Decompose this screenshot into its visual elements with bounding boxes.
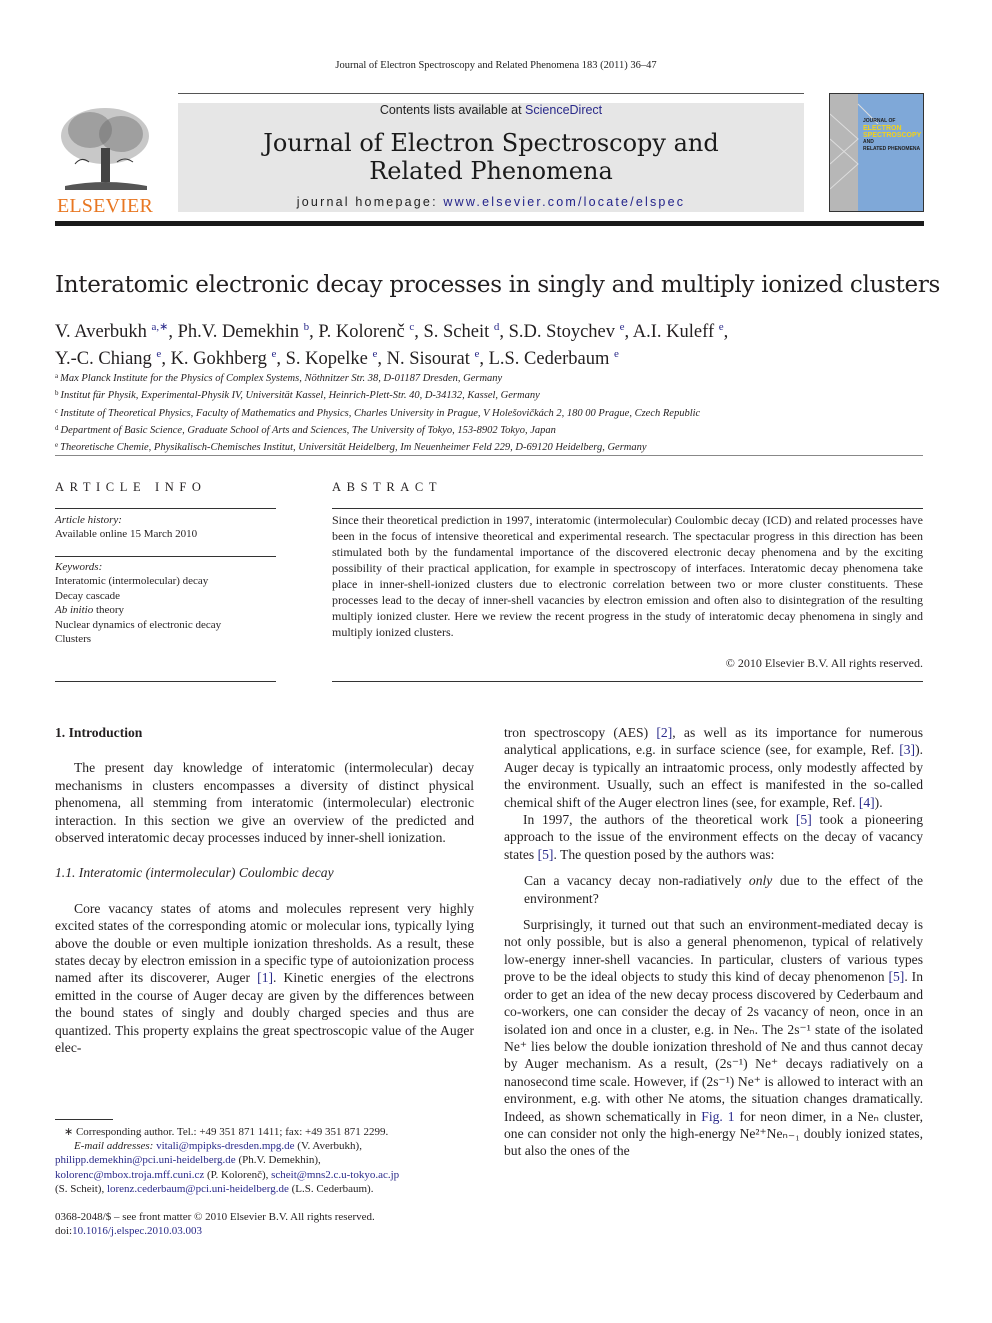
cover-title: JOURNAL OF ELECTRON SPECTROSCOPY AND REL… [863, 118, 922, 152]
keyword: Ab initio theory [55, 604, 125, 617]
divider [55, 508, 276, 509]
email-link[interactable]: scheit@mns2.c.u-tokyo.ac.jp [271, 1169, 399, 1181]
section-heading: 1. Introduction [55, 725, 143, 740]
contents-line: Contents lists available at ScienceDirec… [379, 103, 603, 117]
keyword: Interatomic (intermolecular) decay [55, 575, 209, 588]
author-affiliation-link[interactable]: e [271, 348, 276, 360]
left-column: 1. Introduction The present day knowledg… [55, 724, 474, 1057]
reference-link[interactable]: [5] [888, 969, 904, 984]
paragraph: In 1997, the authors of the theoretical … [504, 812, 924, 862]
cover-diagonal-lines [830, 103, 879, 190]
article-history: Article history: Available online 15 Mar… [55, 514, 198, 541]
author-affiliation-link[interactable]: d [494, 321, 500, 333]
paragraph: tron spectroscopy (AES) [2], as well as … [504, 725, 923, 810]
journal-title: Journal of Electron Spectroscopy and Rel… [263, 129, 719, 185]
author-affiliation-link[interactable]: a,∗ [151, 321, 168, 333]
journal-homepage: journal homepage: www.elsevier.com/locat… [296, 195, 686, 209]
author: K. Gokhberg [170, 349, 267, 369]
divider [332, 508, 923, 509]
divider [55, 455, 923, 456]
paragraph: Core vacancy states of atoms and molecul… [55, 900, 474, 1056]
front-matter: 0368-2048/$ – see front matter © 2010 El… [55, 1211, 375, 1224]
author: A.I. Kuleff [632, 322, 715, 342]
author: Ph.V. Demekhin [177, 322, 300, 342]
sciencedirect-link[interactable]: ScienceDirect [525, 103, 602, 117]
affiliation: c Institute of Theoretical Physics, Facul… [55, 406, 701, 419]
author-affiliation-link[interactable]: e [620, 321, 625, 333]
author: N. Sisourat [386, 349, 470, 369]
author-affiliation-link[interactable]: e [719, 321, 724, 333]
abstract-heading: ABSTRACT [332, 480, 443, 494]
article-title: Interatomic electronic decay processes i… [55, 272, 941, 298]
footnotes: ∗ Corresponding author. Tel.: +49 351 87… [55, 1125, 474, 1238]
author-list: V. Averbukh a,∗, Ph.V. Demekhin b, P. Ko… [55, 321, 729, 369]
reference-link[interactable]: [2] [656, 725, 672, 740]
article-info-heading: ARTICLE INFO [55, 480, 207, 494]
running-head: Journal of Electron Spectroscopy and Rel… [335, 60, 657, 71]
author-affiliation-link[interactable]: e [156, 348, 161, 360]
email-link[interactable]: vitali@mpipks-dresden.mpg.de [156, 1140, 294, 1152]
keyword: Decay cascade [55, 589, 121, 602]
masthead-top-rule [178, 93, 804, 94]
keywords: Keywords: Interatomic (intermolecular) d… [55, 560, 276, 646]
affiliation: a Max Planck Institute for the Physics of… [55, 372, 503, 384]
author-affiliation-link[interactable]: b [304, 321, 310, 333]
author: V. Averbukh [55, 322, 147, 342]
affiliation: e Theoretische Chemie, Physikalisch-Chemi… [55, 441, 647, 454]
author: Y.-C. Chiang [55, 349, 152, 369]
email-link[interactable]: lorenz.cederbaum@pci.uni-heidelberg.de [107, 1183, 289, 1195]
doi-link[interactable]: 10.1016/j.elspec.2010.03.003 [72, 1225, 202, 1237]
divider [55, 681, 276, 682]
reference-link[interactable]: [3] [899, 742, 915, 757]
abstract-text: Since their theoretical prediction in 19… [332, 513, 923, 639]
masthead-bottom-rule [55, 221, 924, 226]
author: L.S. Cederbaum [488, 349, 610, 369]
email-addresses: E-mail addresses: vitali@mpipks-dresden.… [55, 1140, 400, 1195]
paragraph: Surprisingly, it turned out that such an… [504, 917, 923, 1159]
divider [332, 681, 923, 682]
corresponding-author-note: ∗ Corresponding author. Tel.: +49 351 87… [64, 1126, 389, 1138]
figure-link[interactable]: Fig. 1 [701, 1109, 734, 1124]
author: S.D. Stoychev [508, 322, 616, 342]
author-affiliation-link[interactable]: e [372, 348, 377, 360]
reference-link[interactable]: [1] [257, 970, 273, 985]
reference-link[interactable]: [5] [538, 847, 554, 862]
keyword: Nuclear dynamics of electronic decay [55, 618, 222, 631]
right-column: tron spectroscopy (AES) [2], as well as … [504, 724, 923, 1160]
affiliation: b Institut für Physik, Experimental-Physi… [55, 389, 540, 402]
keyword: Clusters [55, 633, 92, 646]
email-link[interactable]: kolorenc@mbox.troja.mff.cuni.cz [55, 1169, 204, 1181]
block-quote: Can a vacancy decay non-radiatively only… [524, 873, 923, 906]
publisher-wordmark: ELSEVIER [56, 195, 154, 217]
paragraph: The present day knowledge of interatomic… [55, 760, 474, 846]
email-link[interactable]: philipp.demekhin@pci.uni-heidelberg.de [55, 1154, 236, 1166]
doi-line: doi:10.1016/j.elspec.2010.03.003 [55, 1225, 202, 1238]
reference-link[interactable]: [5] [796, 812, 812, 827]
affiliations: a Max Planck Institute for the Physics of… [55, 369, 935, 455]
footnote-rule [55, 1119, 113, 1120]
abstract-copyright: © 2010 Elsevier B.V. All rights reserved… [725, 656, 923, 670]
reference-link[interactable]: [4] [859, 795, 875, 810]
divider [55, 556, 276, 557]
journal-cover-thumbnail: JOURNAL OF ELECTRON SPECTROSCOPY AND REL… [829, 93, 924, 212]
author: S. Kopelke [285, 349, 368, 369]
subsection-heading: 1.1. Interatomic (intermolecular) Coulom… [55, 865, 334, 881]
author-affiliation-link[interactable]: c [409, 321, 414, 333]
author-affiliation-link[interactable]: e [614, 348, 619, 360]
author-affiliation-link[interactable]: e [474, 348, 479, 360]
journal-homepage-link[interactable]: www.elsevier.com/locate/elspec [443, 195, 685, 209]
affiliation: d Department of Basic Science, Graduate S… [55, 423, 556, 436]
author: S. Scheit [423, 322, 490, 342]
author: P. Kolorenč [318, 322, 405, 342]
